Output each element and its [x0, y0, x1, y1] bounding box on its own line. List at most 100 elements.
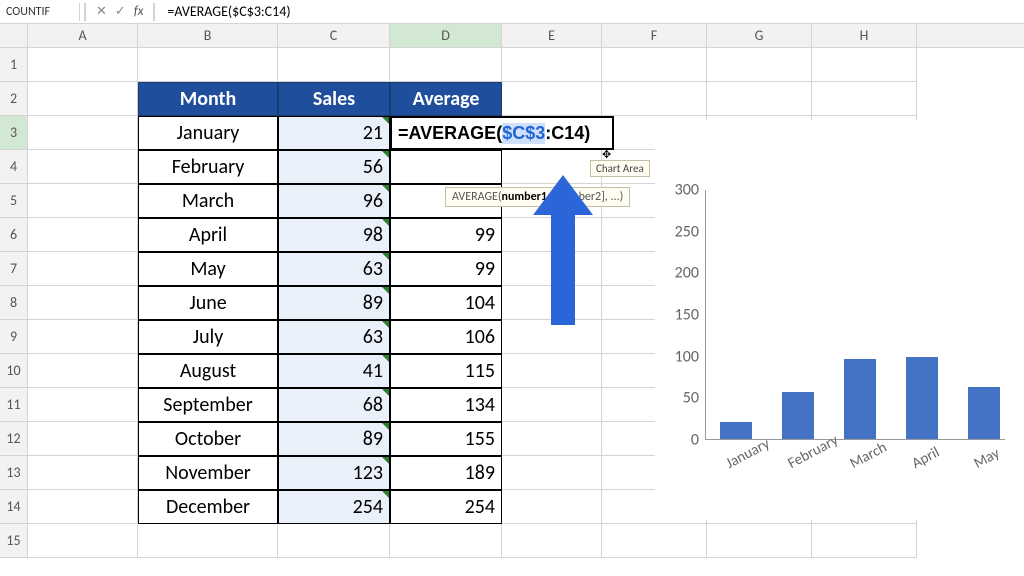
cell-sales[interactable]: 254: [278, 490, 390, 524]
col-header-f[interactable]: F: [602, 24, 707, 47]
cell-avg[interactable]: 134: [390, 388, 502, 422]
cell-sales[interactable]: 56: [278, 150, 390, 184]
col-header-a[interactable]: A: [28, 24, 138, 47]
col-header-d[interactable]: D: [390, 24, 502, 47]
row-header-1[interactable]: 1: [0, 48, 28, 82]
cell[interactable]: [502, 320, 602, 354]
cell-sales[interactable]: 68: [278, 388, 390, 422]
cell[interactable]: [390, 48, 502, 82]
row-header-6[interactable]: 6: [0, 218, 28, 252]
row-header-7[interactable]: 7: [0, 252, 28, 286]
name-box[interactable]: COUNTIF: [0, 3, 80, 21]
row-header-4[interactable]: 4: [0, 150, 28, 184]
header-sales[interactable]: Sales: [278, 82, 390, 116]
cell[interactable]: [502, 524, 602, 558]
chart-plot-area[interactable]: [705, 190, 1005, 440]
cell[interactable]: [28, 320, 138, 354]
cell-sales[interactable]: 89: [278, 286, 390, 320]
cell-avg[interactable]: 99: [390, 218, 502, 252]
cell-avg[interactable]: 189: [390, 456, 502, 490]
cell-month[interactable]: May: [138, 252, 278, 286]
select-all-corner[interactable]: [0, 24, 28, 47]
cell[interactable]: [502, 422, 602, 456]
chart-bar[interactable]: [968, 387, 1000, 440]
chart-bar[interactable]: [720, 422, 752, 440]
col-header-e[interactable]: E: [502, 24, 602, 47]
cell[interactable]: [502, 48, 602, 82]
cell-avg[interactable]: 115: [390, 354, 502, 388]
cell-avg[interactable]: 254: [390, 490, 502, 524]
row-header-13[interactable]: 13: [0, 456, 28, 490]
cell[interactable]: [602, 524, 707, 558]
col-header-g[interactable]: G: [707, 24, 812, 47]
cell-month[interactable]: August: [138, 354, 278, 388]
cell[interactable]: [707, 48, 812, 82]
cell-sales[interactable]: 41: [278, 354, 390, 388]
cell-month[interactable]: October: [138, 422, 278, 456]
cell-avg[interactable]: 155: [390, 422, 502, 456]
cell-avg[interactable]: 104: [390, 286, 502, 320]
cell[interactable]: [707, 524, 812, 558]
cell-sales[interactable]: 89: [278, 422, 390, 456]
row-header-8[interactable]: 8: [0, 286, 28, 320]
cell[interactable]: [138, 524, 278, 558]
cell[interactable]: [278, 524, 390, 558]
cell[interactable]: [28, 286, 138, 320]
row-header-3[interactable]: 3: [0, 116, 28, 150]
cell-month[interactable]: June: [138, 286, 278, 320]
col-header-h[interactable]: H: [812, 24, 917, 47]
cell[interactable]: [28, 490, 138, 524]
cell[interactable]: [707, 82, 812, 116]
cell-month[interactable]: March: [138, 184, 278, 218]
embedded-chart[interactable]: 050100150200250300 JanuaryFebruaryMarchA…: [655, 120, 1015, 520]
cell-avg[interactable]: 99: [390, 252, 502, 286]
confirm-icon[interactable]: ✓: [115, 4, 126, 19]
cell[interactable]: [502, 388, 602, 422]
cell[interactable]: [390, 524, 502, 558]
header-average[interactable]: Average: [390, 82, 502, 116]
cell-avg[interactable]: 106: [390, 320, 502, 354]
cell[interactable]: [812, 524, 917, 558]
col-header-b[interactable]: B: [138, 24, 278, 47]
cell-sales[interactable]: 96: [278, 184, 390, 218]
cell[interactable]: [812, 82, 917, 116]
cell[interactable]: [28, 218, 138, 252]
cell[interactable]: [28, 184, 138, 218]
row-header-2[interactable]: 2: [0, 82, 28, 116]
cell[interactable]: [28, 82, 138, 116]
cell[interactable]: [28, 252, 138, 286]
row-header-14[interactable]: 14: [0, 490, 28, 524]
cell-month[interactable]: July: [138, 320, 278, 354]
chart-bar[interactable]: [906, 357, 938, 439]
row-header-9[interactable]: 9: [0, 320, 28, 354]
cell[interactable]: [278, 48, 390, 82]
cell[interactable]: [28, 388, 138, 422]
cell-editing[interactable]: =AVERAGE($C$3:C14): [390, 116, 614, 150]
row-header-12[interactable]: 12: [0, 422, 28, 456]
formula-input[interactable]: =AVERAGE($C$3:C14): [159, 1, 1024, 22]
cell[interactable]: [28, 150, 138, 184]
fx-icon[interactable]: fx: [134, 4, 144, 19]
cancel-icon[interactable]: ✕: [96, 4, 107, 19]
header-month[interactable]: Month: [138, 82, 278, 116]
chart-bar[interactable]: [844, 359, 876, 439]
cell-sales[interactable]: 63: [278, 320, 390, 354]
cell-month[interactable]: November: [138, 456, 278, 490]
cell[interactable]: [502, 82, 602, 116]
cell-sales[interactable]: 63: [278, 252, 390, 286]
cell-month[interactable]: January: [138, 116, 278, 150]
cell[interactable]: [602, 48, 707, 82]
cell-month[interactable]: December: [138, 490, 278, 524]
cell[interactable]: [602, 82, 707, 116]
cell-avg[interactable]: [390, 150, 502, 184]
cell-month[interactable]: September: [138, 388, 278, 422]
cell[interactable]: [28, 456, 138, 490]
cell-sales[interactable]: 123: [278, 456, 390, 490]
cell-sales[interactable]: 98: [278, 218, 390, 252]
cell-sales[interactable]: 21: [278, 116, 390, 150]
cell[interactable]: [28, 524, 138, 558]
row-header-15[interactable]: 15: [0, 524, 28, 558]
col-header-c[interactable]: C: [278, 24, 390, 47]
cell[interactable]: [28, 116, 138, 150]
cell[interactable]: [28, 422, 138, 456]
